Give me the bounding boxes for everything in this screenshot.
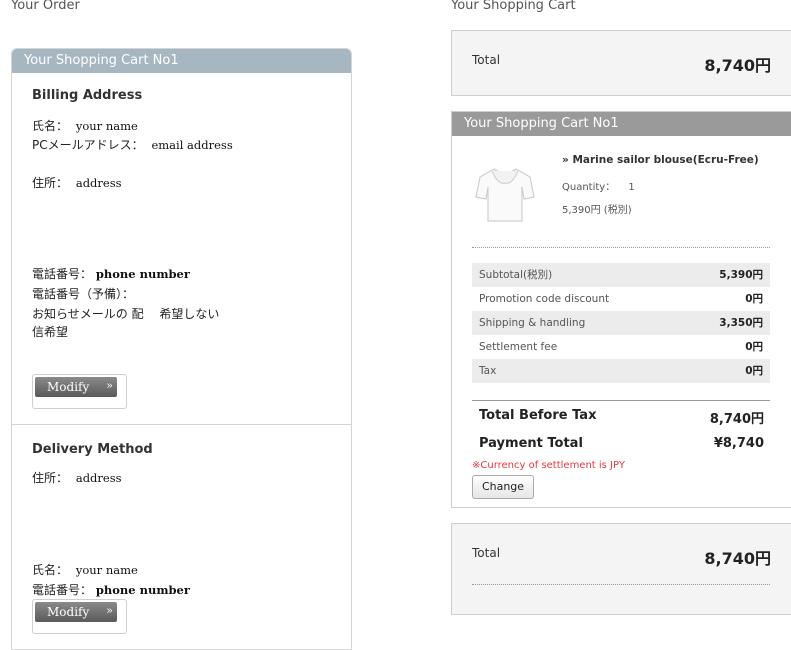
delivery-modify-label: Modify [47, 605, 90, 619]
cost-value: 0円 [745, 293, 763, 305]
product-name-prefix: » [562, 154, 569, 166]
cart-panel-header: Your Shopping Cart No1 [452, 112, 791, 136]
top-total-box: Total 8,740円 [451, 30, 791, 96]
billing-email-label: PCメールアドレス： [32, 138, 144, 152]
dotted-divider [472, 247, 770, 248]
billing-name-label: 氏名： [32, 119, 69, 133]
billing-newsletter-row: お知らせメールの 配 希望しない [32, 305, 219, 322]
double-chevron-right-icon: » [106, 604, 113, 617]
section-divider [12, 424, 351, 425]
bottom-total-value: 8,740円 [704, 549, 771, 568]
billing-name-row: 氏名： your name [32, 117, 138, 134]
left-panel-header: Your Shopping Cart No1 [12, 49, 351, 73]
delivery-name-value: your name [75, 563, 138, 577]
cost-label: Promotion code discount [479, 293, 610, 305]
billing-phone-row: 電話番号： phone number [32, 265, 190, 282]
delivery-phone-label: 電話番号： [32, 583, 93, 597]
billing-address-row: 住所： address [32, 174, 122, 191]
billing-name-value: your name [75, 119, 138, 133]
delivery-address-row: 住所： address [32, 469, 122, 486]
cost-row-subtotal: Subtotal(税別) 5,390円 [472, 263, 770, 287]
dotted-divider [472, 584, 770, 585]
cost-value: 0円 [745, 365, 763, 377]
delivery-phone-row: 電話番号： phone number [32, 581, 190, 598]
billing-modify-wrapper: Modify » [32, 374, 127, 409]
blouse-icon [475, 168, 535, 222]
delivery-phone-value: phone number [95, 583, 190, 597]
cost-label: Settlement fee [479, 341, 558, 353]
delivery-address-value: address [75, 471, 122, 485]
billing-email-value: email address [151, 138, 233, 152]
billing-address-label: 住所： [32, 176, 69, 190]
billing-email-row: PCメールアドレス： email address [32, 136, 233, 153]
delivery-address-label: 住所： [32, 471, 69, 485]
cost-value: 0円 [745, 341, 763, 353]
cost-label: Tax [479, 365, 497, 377]
product-image[interactable] [472, 163, 538, 227]
cost-label: Shipping & handling [479, 317, 586, 329]
your-order-heading: Your Order [11, 0, 80, 13]
payment-total-value: ¥8,740 [713, 436, 764, 451]
quantity-label: Quantity： [562, 182, 616, 193]
product-name-link[interactable]: » Marine sailor blouse(Ecru-Free) [562, 154, 759, 166]
billing-phone-value: phone number [95, 267, 190, 281]
delivery-method-title: Delivery Method [32, 442, 153, 457]
order-details-panel: Your Shopping Cart No1 Billing Address 氏… [11, 48, 352, 650]
delivery-modify-button[interactable]: Modify » [35, 602, 117, 622]
cost-label: Subtotal(税別) [479, 269, 553, 281]
billing-modify-label: Modify [47, 380, 90, 394]
billing-phone-label: 電話番号： [32, 267, 93, 281]
bottom-total-box: Total 8,740円 [451, 523, 791, 615]
billing-modify-button[interactable]: Modify » [35, 377, 117, 397]
product-name: Marine sailor blouse(Ecru-Free) [572, 154, 759, 166]
currency-note: ※Currency of settlement is JPY [472, 460, 625, 471]
double-chevron-right-icon: » [106, 379, 113, 392]
delivery-modify-wrapper: Modify » [32, 599, 127, 634]
payment-total-label: Payment Total [479, 436, 583, 451]
top-total-value: 8,740円 [704, 56, 771, 75]
quantity-value: 1 [628, 182, 635, 193]
cost-row-tax: Tax 0円 [472, 359, 770, 383]
billing-newsletter-label: お知らせメールの 配 [32, 307, 144, 321]
billing-address-value: address [75, 176, 122, 190]
summary-divider [472, 400, 770, 401]
bottom-total-label: Total [472, 546, 501, 560]
total-before-tax-label: Total Before Tax [479, 408, 597, 423]
delivery-name-label: 氏名： [32, 563, 69, 577]
delivery-name-row: 氏名： your name [32, 561, 138, 578]
change-button[interactable]: Change [472, 475, 534, 499]
cost-value: 5,390円 [719, 269, 763, 281]
top-total-label: Total [472, 53, 501, 67]
billing-newsletter-label-cont: 信希望 [32, 325, 69, 339]
cart-panel: Your Shopping Cart No1 » Marine sailor b… [451, 111, 791, 508]
your-shopping-cart-heading: Your Shopping Cart [451, 0, 576, 13]
cost-row-shipping: Shipping & handling 3,350円 [472, 311, 770, 335]
cost-value: 3,350円 [719, 317, 763, 329]
product-price: 5,390円 (税別) [562, 205, 632, 216]
billing-newsletter-value: 希望しない [159, 307, 220, 321]
total-before-tax-value: 8,740円 [709, 412, 764, 427]
cost-row-settlement: Settlement fee 0円 [472, 335, 770, 359]
product-quantity-row: Quantity： 1 [562, 178, 635, 193]
cost-row-promotion: Promotion code discount 0円 [472, 287, 770, 311]
billing-phone2-label: 電話番号（予備）： [32, 287, 135, 301]
billing-address-title: Billing Address [32, 88, 143, 103]
